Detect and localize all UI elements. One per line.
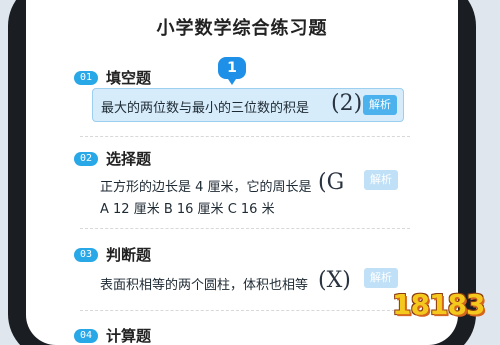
handwritten-answer[interactable]: (2) <box>331 91 362 116</box>
page-title: 小学数学综合练习题 <box>156 18 328 39</box>
site-logo: 18183 <box>392 282 496 334</box>
explain-button[interactable]: 解析 <box>363 95 397 115</box>
question-true-false[interactable]: 表面积相等的两个圆柱，体积也相等 (X) 解析 <box>92 264 404 298</box>
handwritten-answer[interactable]: (G <box>318 170 344 195</box>
section-header-fill-blank: 01 填空题 <box>74 67 151 88</box>
logo-text: 18183 <box>392 288 485 321</box>
explain-button[interactable]: 解析 <box>364 170 398 190</box>
section-title: 填空题 <box>106 69 152 87</box>
question-fill-blank[interactable]: 最大的两位数与最小的三位数的积是 (2) 解析 <box>92 88 404 122</box>
section-header-true-false: 03 判断题 <box>74 244 151 265</box>
section-number: 02 <box>74 151 98 166</box>
step-marker-badge: 1 <box>218 57 246 85</box>
section-header-calculation: 04 计算题 <box>74 325 151 345</box>
question-text: 最大的两位数与最小的三位数的积是 <box>101 101 310 116</box>
handwritten-answer[interactable]: (X) <box>318 268 351 293</box>
question-text: 表面积相等的两个圆柱，体积也相等 <box>100 278 309 293</box>
section-number: 01 <box>74 70 98 85</box>
divider <box>80 136 410 137</box>
question-multiple-choice[interactable]: 正方形的边长是 4 厘米，它的周长是 A 12 厘米 B 16 厘米 C 16 … <box>92 166 404 218</box>
section-number: 03 <box>74 247 98 262</box>
section-title: 判断题 <box>106 246 152 264</box>
section-title: 计算题 <box>106 327 152 345</box>
question-text: 正方形的边长是 4 厘米，它的周长是 <box>100 180 312 195</box>
section-number: 04 <box>74 328 98 343</box>
question-options: A 12 厘米 B 16 厘米 C 16 米 <box>100 202 275 217</box>
divider <box>80 310 410 311</box>
divider <box>80 228 410 229</box>
